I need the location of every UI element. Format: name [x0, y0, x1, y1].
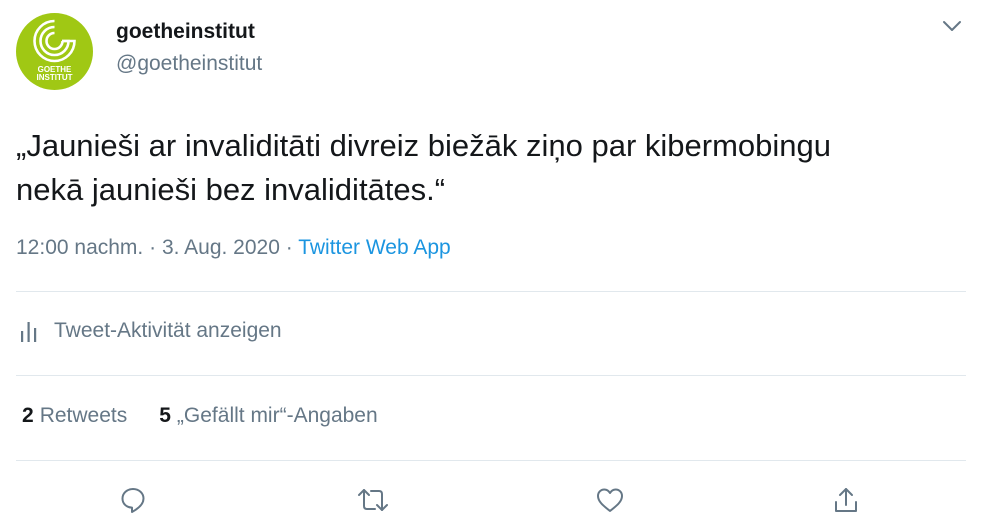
- retweets-stat[interactable]: 2 Retweets: [22, 404, 127, 428]
- tweet-actions: [0, 482, 983, 522]
- meta-separator: ·: [279, 236, 299, 259]
- user-handle[interactable]: @goetheinstitut: [116, 52, 262, 76]
- retweets-label: Retweets: [39, 404, 128, 427]
- likes-count: 5: [159, 404, 171, 427]
- share-icon: [835, 488, 857, 512]
- tweet-activity-label: Tweet-Aktivität anzeigen: [54, 319, 282, 342]
- display-name[interactable]: goetheinstitut: [116, 20, 255, 44]
- like-button[interactable]: [591, 482, 627, 518]
- divider: [16, 375, 966, 376]
- reply-button[interactable]: [115, 482, 151, 518]
- avatar[interactable]: GOETHE INSTITUT: [16, 13, 93, 90]
- likes-stat[interactable]: 5 „Gefällt mir“-Angaben: [159, 404, 377, 428]
- tweet-meta: 12:00 nachm. · 3. Aug. 2020 · Twitter We…: [16, 236, 451, 260]
- chevron-down-icon: [943, 21, 961, 31]
- retweet-icon: [358, 489, 388, 511]
- avatar-brand-line2: INSTITUT: [36, 73, 73, 82]
- divider: [16, 460, 966, 461]
- retweet-button[interactable]: [353, 482, 389, 518]
- engagement-stats: 2 Retweets 5 „Gefällt mir“-Angaben: [22, 404, 410, 428]
- more-options-button[interactable]: [941, 18, 963, 34]
- divider: [16, 291, 966, 292]
- tweet-time[interactable]: 12:00 nachm.: [16, 236, 143, 259]
- retweets-count: 2: [22, 404, 34, 427]
- heart-icon: [597, 488, 623, 512]
- bar-chart-icon: [21, 322, 37, 342]
- tweet-activity-link[interactable]: Tweet-Aktivität anzeigen: [20, 319, 282, 343]
- tweet-text: „Jaunieši ar invaliditāti divreiz biežāk…: [16, 128, 832, 207]
- reply-icon: [121, 488, 145, 513]
- share-button[interactable]: [828, 482, 864, 518]
- tweet-date[interactable]: 3. Aug. 2020: [162, 236, 280, 259]
- meta-separator: ·: [143, 236, 162, 259]
- tweet-source-link[interactable]: Twitter Web App: [298, 236, 451, 259]
- likes-label: „Gefällt mir“-Angaben: [176, 404, 378, 427]
